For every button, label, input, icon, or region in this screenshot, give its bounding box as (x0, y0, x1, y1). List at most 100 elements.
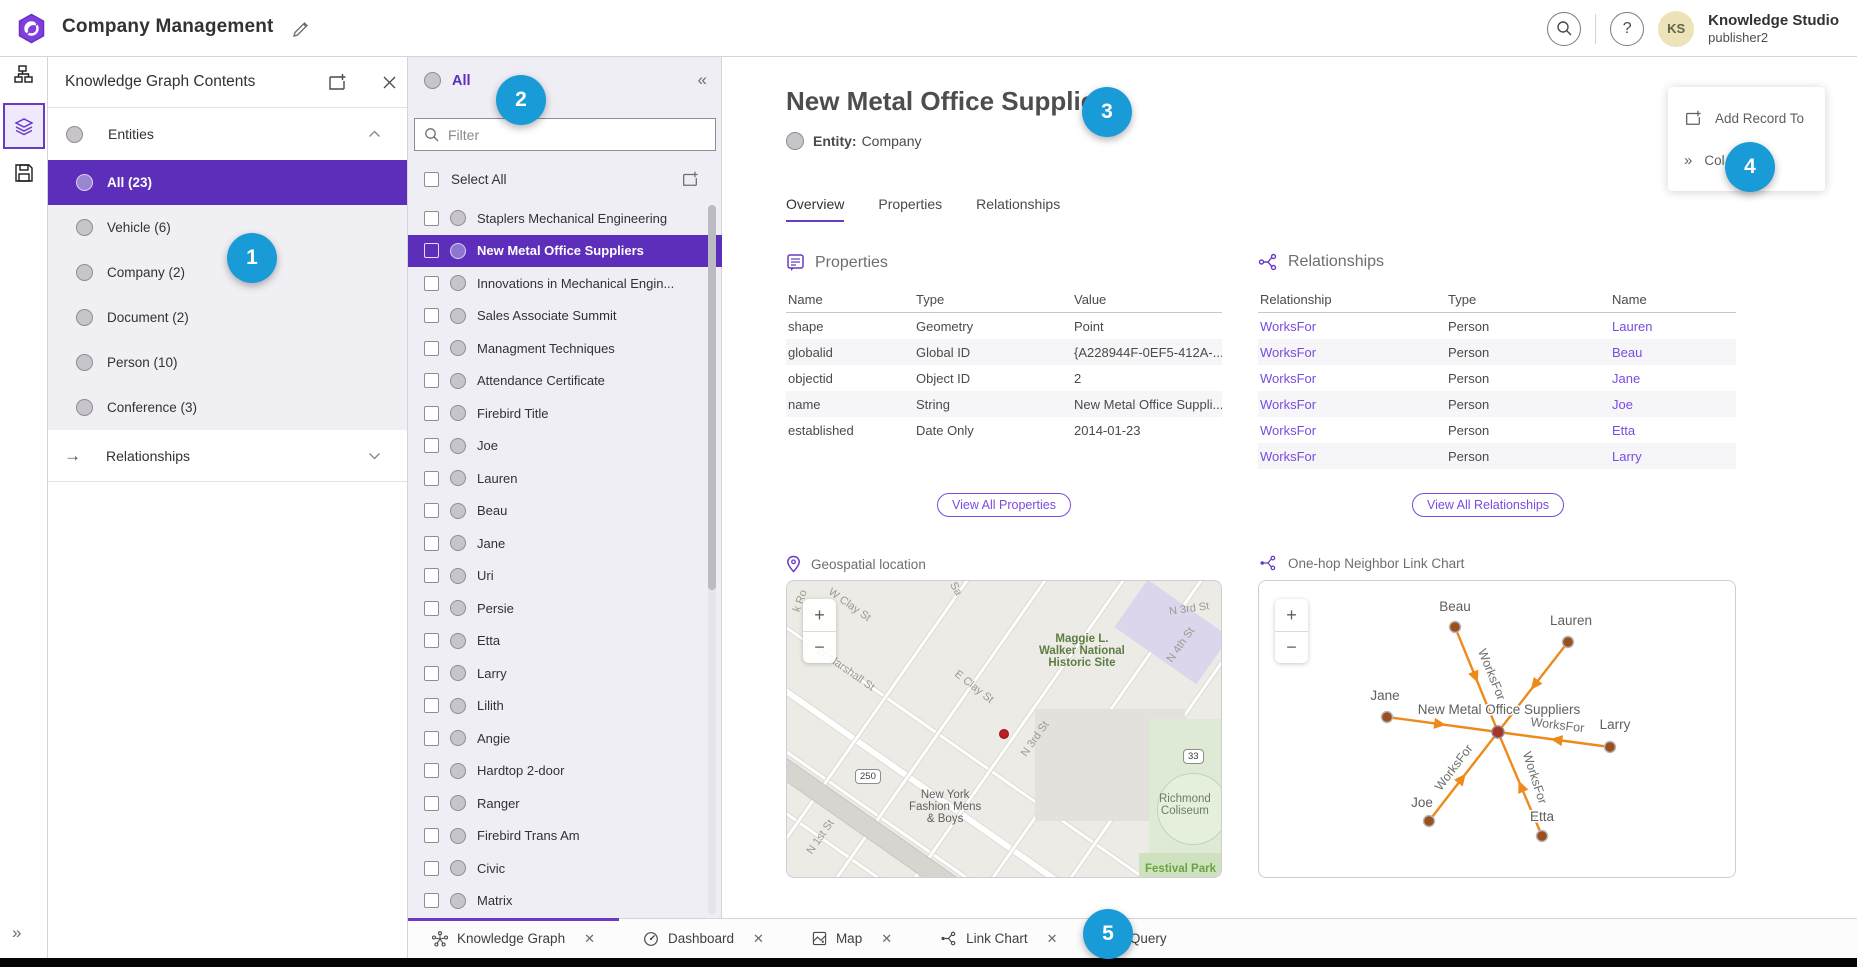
close-tab-icon[interactable]: ✕ (584, 931, 595, 947)
table-row[interactable]: establishedDate Only2014-01-23 (786, 417, 1222, 443)
list-item[interactable]: Persie (408, 592, 722, 625)
user-info[interactable]: Knowledge Studio publisher2 (1708, 12, 1843, 46)
item-checkbox[interactable] (424, 893, 439, 908)
table-row[interactable]: objectidObject ID2 (786, 365, 1222, 391)
edit-title-pencil-icon[interactable] (288, 17, 312, 41)
tab-overview[interactable]: Overview (786, 196, 844, 222)
list-item[interactable]: Innovations in Mechanical Engin... (408, 267, 722, 300)
view-all-properties-button[interactable]: View All Properties (937, 493, 1071, 517)
cell-link[interactable]: WorksFor (1258, 397, 1446, 412)
close-tab-icon[interactable]: ✕ (1047, 931, 1058, 947)
zoom-in-button[interactable]: + (803, 599, 836, 631)
list-item[interactable]: Civic (408, 852, 722, 885)
table-row[interactable]: WorksForPersonEtta (1258, 417, 1736, 443)
item-checkbox[interactable] (424, 536, 439, 551)
entities-section-row[interactable]: Entities (48, 108, 407, 160)
view-all-relationships-button[interactable]: View All Relationships (1412, 493, 1564, 517)
list-item[interactable]: Joe (408, 430, 722, 463)
cell-link[interactable]: Larry (1610, 449, 1736, 464)
zoom-out-button[interactable]: − (1275, 631, 1308, 663)
zoom-out-button[interactable]: − (803, 631, 836, 663)
table-row[interactable]: globalidGlobal ID{A228944F-0EF5-412A-... (786, 339, 1222, 365)
person-node[interactable] (1537, 831, 1548, 842)
person-node[interactable] (1450, 622, 1461, 633)
view-tab-map[interactable]: Map✕ (788, 919, 916, 958)
entity-type-row[interactable]: Vehicle (6) (48, 205, 407, 250)
table-row[interactable]: WorksForPersonLarry (1258, 443, 1736, 469)
data-model-button[interactable] (14, 65, 34, 85)
help-button[interactable]: ? (1610, 12, 1644, 46)
select-all-checkbox[interactable] (424, 172, 439, 187)
item-checkbox[interactable] (424, 308, 439, 323)
edge-label[interactable]: WorksFor (1530, 715, 1585, 735)
table-row[interactable]: WorksForPersonLauren (1258, 313, 1736, 339)
item-checkbox[interactable] (424, 438, 439, 453)
cell-link[interactable]: WorksFor (1258, 319, 1446, 334)
item-checkbox[interactable] (424, 373, 439, 388)
list-item[interactable]: Uri (408, 560, 722, 593)
menu-item[interactable]: Add Record To (1668, 97, 1825, 139)
list-item[interactable]: Attendance Certificate (408, 365, 722, 398)
zoom-in-button[interactable]: + (1275, 599, 1308, 631)
list-item[interactable]: New Metal Office Suppliers (408, 235, 722, 268)
item-checkbox[interactable] (424, 341, 439, 356)
list-item[interactable]: Managment Techniques (408, 332, 722, 365)
item-checkbox[interactable] (424, 211, 439, 226)
entity-type-row[interactable]: Document (2) (48, 295, 407, 340)
relationships-section-row[interactable]: → Relationships (48, 430, 407, 482)
item-checkbox[interactable] (424, 471, 439, 486)
node-label[interactable]: Jane (1370, 688, 1399, 703)
list-item[interactable]: Sales Associate Summit (408, 300, 722, 333)
item-checkbox[interactable] (424, 666, 439, 681)
save-button[interactable] (14, 163, 34, 183)
node-label[interactable]: Lauren (1550, 613, 1592, 628)
list-item[interactable]: Staplers Mechanical Engineering (408, 202, 722, 235)
item-checkbox[interactable] (424, 861, 439, 876)
expand-rail-icon[interactable]: » (12, 923, 21, 943)
add-record-icon[interactable] (326, 71, 348, 93)
filter-input[interactable] (448, 127, 698, 143)
link-chart-canvas[interactable]: WorksForWorksForWorksForWorksForBeauLaur… (1259, 581, 1736, 878)
center-node-label[interactable]: New Metal Office Suppliers (1418, 702, 1581, 717)
list-item[interactable]: Lauren (408, 462, 722, 495)
item-checkbox[interactable] (424, 731, 439, 746)
view-tab-link-chart[interactable]: Link Chart✕ (916, 919, 1081, 958)
list-item[interactable]: Ranger (408, 787, 722, 820)
list-item[interactable]: Hardtop 2-door (408, 755, 722, 788)
list-item[interactable]: Etta (408, 625, 722, 658)
filter-box[interactable] (414, 118, 716, 151)
person-node[interactable] (1605, 742, 1616, 753)
center-node[interactable] (1492, 726, 1504, 738)
person-node[interactable] (1563, 637, 1574, 648)
item-checkbox[interactable] (424, 601, 439, 616)
map-surface[interactable]: k RoW Clay StSaN 3rd StN 4th StW Marshal… (787, 581, 1221, 877)
table-row[interactable]: nameStringNew Metal Office Suppli... (786, 391, 1222, 417)
node-label[interactable]: Larry (1600, 717, 1631, 732)
chevron-down-icon[interactable] (368, 452, 381, 460)
item-checkbox[interactable] (424, 243, 439, 258)
edge-label[interactable]: WorksFor (1475, 647, 1508, 702)
search-button[interactable] (1547, 12, 1581, 46)
view-tab-knowledge-graph[interactable]: Knowledge Graph✕ (408, 919, 619, 958)
cell-link[interactable]: Jane (1610, 371, 1736, 386)
node-label[interactable]: Beau (1439, 599, 1471, 614)
item-checkbox[interactable] (424, 276, 439, 291)
table-row[interactable]: WorksForPersonJane (1258, 365, 1736, 391)
item-checkbox[interactable] (424, 406, 439, 421)
list-item[interactable]: Firebird Title (408, 397, 722, 430)
item-checkbox[interactable] (424, 503, 439, 518)
list-item[interactable]: Lilith (408, 690, 722, 723)
item-checkbox[interactable] (424, 698, 439, 713)
list-item[interactable]: Matrix (408, 885, 722, 918)
one-hop-link-chart[interactable]: WorksForWorksForWorksForWorksForBeauLaur… (1258, 580, 1736, 878)
cell-link[interactable]: Lauren (1610, 319, 1736, 334)
table-row[interactable]: WorksForPersonBeau (1258, 339, 1736, 365)
list-item[interactable]: Firebird Trans Am (408, 820, 722, 853)
tab-relationships[interactable]: Relationships (976, 196, 1060, 222)
entity-type-row[interactable]: Person (10) (48, 340, 407, 385)
list-item[interactable]: Angie (408, 722, 722, 755)
collapse-panel-icon[interactable]: « (698, 70, 705, 90)
select-all-row[interactable]: Select All (408, 161, 722, 197)
list-item[interactable]: Jane (408, 527, 722, 560)
cell-link[interactable]: WorksFor (1258, 449, 1446, 464)
